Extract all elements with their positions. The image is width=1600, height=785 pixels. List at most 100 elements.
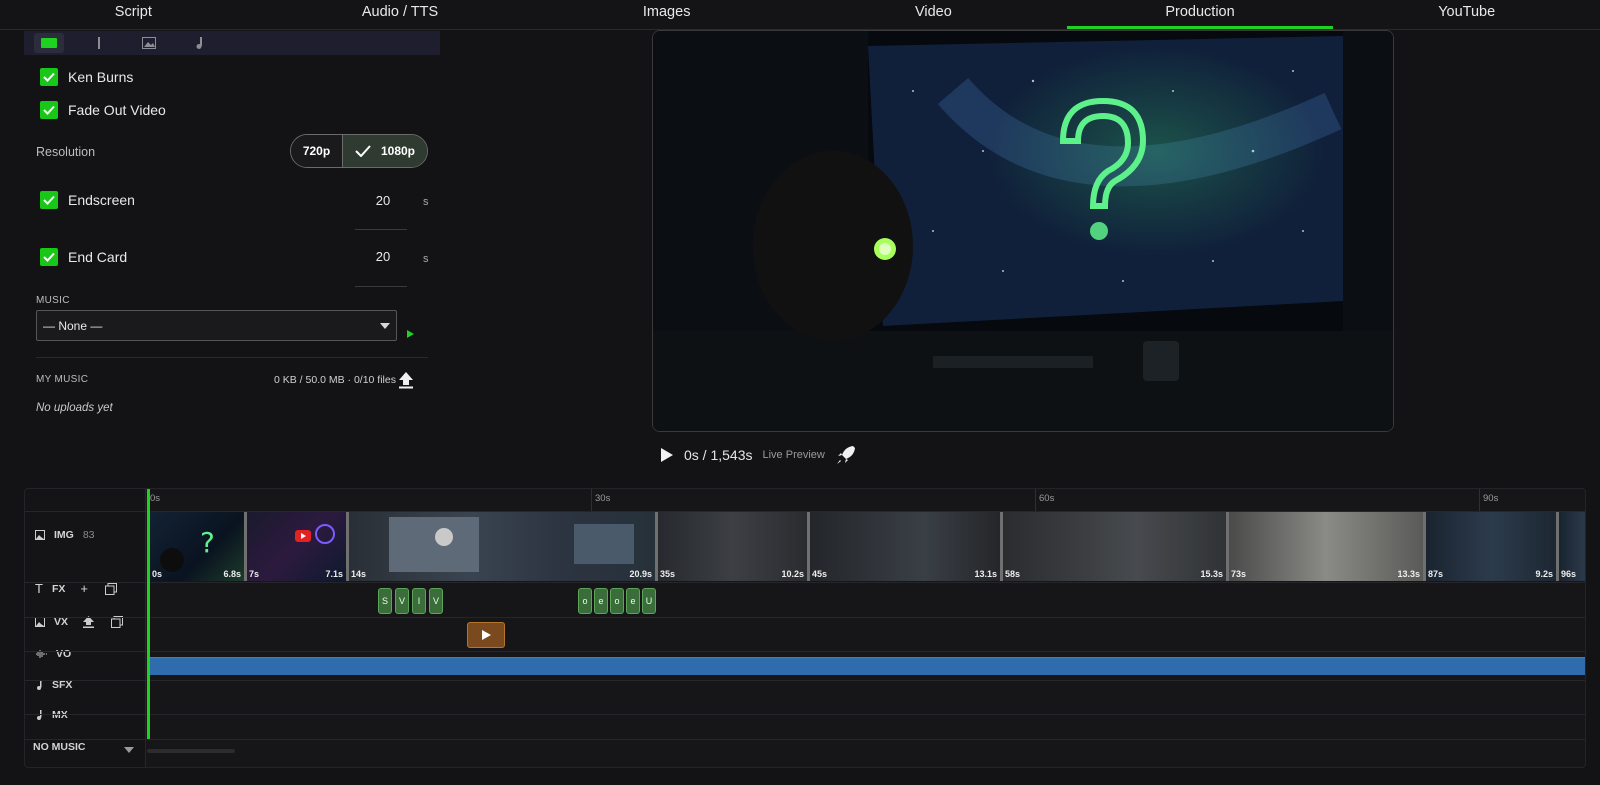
preview-controls: 0s / 1,543s Live Preview: [660, 444, 857, 466]
end-card-seconds-input[interactable]: 20: [353, 249, 413, 264]
ken-burns-checkbox[interactable]: [40, 68, 58, 86]
img-clip[interactable]: 45s 13.1s: [807, 512, 1000, 581]
clip-duration: 6.8s: [223, 569, 241, 579]
endscreen-checkbox[interactable]: [40, 191, 58, 209]
clip-start: 96s: [1561, 569, 1577, 579]
vx-clip[interactable]: [467, 622, 505, 648]
chevron-down-icon: [380, 323, 390, 329]
no-uploads-text: No uploads yet: [36, 402, 113, 414]
fx-clip[interactable]: V: [395, 588, 409, 614]
playback-time: 0s / 1,543s: [684, 447, 753, 463]
img-clip[interactable]: 35s 10.2s: [655, 512, 807, 581]
fx-clip[interactable]: S: [378, 588, 392, 614]
video-preview[interactable]: [652, 30, 1394, 432]
img-clip[interactable]: 87s 9.2s: [1423, 512, 1556, 581]
text-icon: T: [35, 581, 43, 596]
voiceover-clip[interactable]: [147, 657, 1585, 675]
resolution-toggle[interactable]: 720p 1080p: [290, 134, 428, 168]
track-divider: [25, 680, 1585, 681]
music-note-icon: [196, 37, 202, 49]
vo-track-label: VO: [56, 648, 72, 660]
endscreen-seconds-input[interactable]: 20: [353, 193, 413, 208]
tab-script[interactable]: Script: [0, 0, 267, 29]
clip-start: 87s: [1428, 569, 1444, 579]
mx-track-header: MX: [35, 709, 68, 721]
ruler-tick-label: 90s: [1483, 493, 1499, 504]
fx-clip[interactable]: o: [610, 588, 624, 614]
img-clip[interactable]: ? 0s 6.8s: [147, 512, 244, 581]
checkmark-icon: [355, 145, 371, 157]
music-track-select[interactable]: NO MUSIC: [33, 741, 86, 753]
resolution-1080p-label: 1080p: [380, 144, 416, 158]
clip-start: 35s: [660, 569, 676, 579]
track-divider: [25, 651, 1585, 652]
play-icon[interactable]: [660, 447, 674, 463]
chevron-down-icon[interactable]: [124, 747, 134, 753]
img-clip[interactable]: 73s 13.3s: [1226, 512, 1423, 581]
img-clip[interactable]: 14s 20.9s: [346, 512, 655, 581]
tab-youtube[interactable]: YouTube: [1333, 0, 1600, 29]
fx-clip[interactable]: V: [429, 588, 443, 614]
fx-clip[interactable]: e: [594, 588, 608, 614]
fx-clip[interactable]: I: [412, 588, 426, 614]
fx-clip[interactable]: o: [578, 588, 592, 614]
end-card-unit: s: [423, 253, 429, 265]
duplicate-icon[interactable]: [104, 582, 117, 595]
fx-clip[interactable]: U: [642, 588, 656, 614]
music-play-icon[interactable]: [407, 330, 414, 338]
clip-thumbnail: [389, 517, 634, 572]
image-tool-tab[interactable]: [134, 33, 164, 53]
text-icon: [98, 37, 100, 49]
fade-out-checkbox[interactable]: [40, 101, 58, 119]
fx-clip[interactable]: e: [626, 588, 640, 614]
tab-audio-tts[interactable]: Audio / TTS: [267, 0, 534, 29]
track-divider: [25, 617, 1585, 618]
playhead[interactable]: [147, 489, 150, 739]
tab-images[interactable]: Images: [533, 0, 800, 29]
clip-duration: 13.1s: [974, 569, 997, 579]
img-track-header: IMG 83: [35, 529, 95, 541]
play-icon: [481, 630, 491, 640]
img-clip[interactable]: 58s 15.3s: [1000, 512, 1226, 581]
track-headers: IMG 83 T FX + VX VO SFX MX NO MUSIC: [25, 489, 146, 767]
resolution-720p[interactable]: 720p: [291, 135, 342, 167]
tab-video[interactable]: Video: [800, 0, 1067, 29]
img-clip[interactable]: 96s: [1556, 512, 1585, 581]
time-ruler[interactable]: 0s 30s 60s 90s: [147, 489, 1585, 511]
endscreen-input-underline: [355, 229, 407, 230]
img-clip[interactable]: 7s 7.1s: [244, 512, 346, 581]
text-tool-tab[interactable]: [84, 33, 114, 53]
top-nav: Script Audio / TTS Images Video Producti…: [0, 0, 1600, 30]
upload-icon[interactable]: [398, 371, 414, 389]
track-divider: [25, 582, 1585, 583]
resolution-1080p[interactable]: 1080p: [342, 135, 427, 167]
image-icon: [142, 37, 156, 49]
track-divider: [25, 714, 1585, 715]
music-tool-tab[interactable]: [184, 33, 214, 53]
fade-out-label: Fade Out Video: [68, 102, 166, 118]
rocket-icon[interactable]: [835, 444, 857, 466]
resolution-label: Resolution: [36, 145, 96, 159]
end-card-label: End Card: [68, 249, 128, 265]
panel-tool-tabs: [24, 31, 440, 55]
end-card-option[interactable]: End Card: [40, 248, 127, 266]
checkmark-icon: [43, 105, 55, 115]
fade-out-option[interactable]: Fade Out Video: [40, 101, 166, 119]
timeline[interactable]: IMG 83 T FX + VX VO SFX MX NO MUSIC 0s 3…: [24, 488, 1586, 768]
tab-production[interactable]: Production: [1066, 0, 1334, 29]
music-select[interactable]: — None —: [36, 310, 397, 341]
ruler-tick-label: 60s: [1039, 493, 1055, 504]
vo-track-header: VO: [35, 648, 71, 660]
end-card-checkbox[interactable]: [40, 248, 58, 266]
horizontal-scrollbar[interactable]: [147, 749, 235, 753]
live-preview-label: Live Preview: [762, 449, 825, 461]
img-track-label: IMG: [54, 529, 74, 541]
track-divider: [25, 739, 1585, 740]
add-icon[interactable]: +: [80, 581, 88, 596]
clip-start: 45s: [812, 569, 828, 579]
ken-burns-option[interactable]: Ken Burns: [40, 68, 133, 86]
endscreen-option[interactable]: Endscreen: [40, 191, 135, 209]
endscreen-unit: s: [423, 196, 429, 208]
video-tool-tab[interactable]: [34, 33, 64, 53]
image-icon: [35, 530, 45, 540]
